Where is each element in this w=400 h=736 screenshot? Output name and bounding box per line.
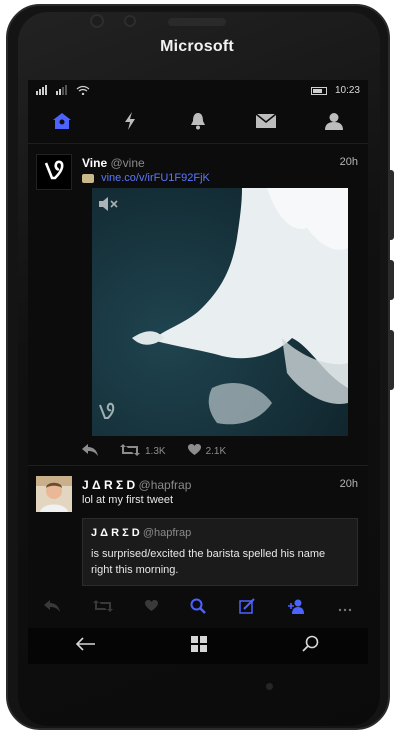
app-bar (28, 596, 368, 620)
earpiece-speaker (168, 18, 226, 26)
clock: 10:23 (334, 85, 360, 96)
home-icon (52, 112, 72, 135)
retweet-button[interactable]: 1.3K (120, 444, 166, 459)
quoted-text-line1: is surprised/excited the barista spelled… (91, 548, 326, 560)
author-name: J Δ R Σ D (82, 478, 136, 492)
tab-notifications-activity[interactable] (110, 108, 150, 140)
bell-icon (189, 112, 207, 135)
retweet-icon (120, 444, 140, 459)
screen: 10:23 Vine @vine 20h vine.co/v/irFU1F92F… (28, 80, 368, 660)
reply-button[interactable] (82, 444, 98, 459)
tweet-video[interactable] (92, 188, 348, 436)
like-button[interactable]: 2.1K (187, 444, 227, 459)
profile-photo (36, 476, 72, 512)
retweet-icon[interactable] (92, 599, 113, 617)
quoted-text-line2: right this morning. (91, 564, 179, 576)
tweet-author[interactable]: Vine @vine (82, 156, 145, 170)
quoted-author-name: J Δ R Σ D (91, 527, 140, 539)
brand-logo: Microsoft (160, 38, 234, 55)
add-user-icon[interactable] (287, 598, 305, 619)
status-bar: 10:23 (28, 80, 368, 102)
like-count: 2.1K (205, 446, 227, 457)
bottom-sensor (266, 683, 273, 690)
heart-icon (187, 444, 201, 459)
signal-2-icon (56, 85, 70, 97)
avatar-vine[interactable] (36, 154, 72, 190)
windows-start-button[interactable] (190, 635, 207, 657)
sensor (124, 15, 136, 27)
tweet-time: 20h (339, 478, 358, 490)
camera-button (388, 330, 394, 390)
reply-icon (82, 444, 98, 459)
heart-icon[interactable] (145, 599, 159, 617)
back-button[interactable] (75, 636, 96, 656)
wifi-icon (76, 85, 90, 97)
volume-button (388, 170, 394, 240)
system-nav-bar (28, 628, 368, 664)
tab-home[interactable] (42, 108, 82, 140)
tab-messages[interactable] (246, 108, 286, 140)
search-icon[interactable] (190, 598, 207, 619)
tab-profile[interactable] (314, 108, 354, 140)
signal-icon (36, 85, 50, 97)
search-button[interactable] (302, 635, 320, 658)
author-name: Vine (82, 156, 108, 170)
link-icon (82, 173, 94, 183)
quoted-author: J Δ R Σ D @hapfrap (91, 527, 191, 539)
tweet-actions: 1.3K 2.1K (82, 444, 226, 459)
lightning-icon (123, 112, 137, 135)
tweet-text: lol at my first tweet (82, 494, 174, 506)
vine-logo-icon (43, 159, 65, 186)
mail-icon (255, 113, 277, 133)
quoted-tweet[interactable]: J Δ R Σ D @hapfrap is surprised/excited … (82, 518, 358, 586)
front-camera (90, 14, 104, 28)
more-icon[interactable] (338, 599, 352, 617)
tweet-link[interactable]: vine.co/v/irFU1F92FjK (101, 172, 210, 184)
tweet-author[interactable]: J Δ R Σ D @hapfrap (82, 478, 191, 492)
avatar-jared[interactable] (36, 476, 72, 512)
tweet-time: 20h (339, 156, 358, 168)
tweet-vine[interactable]: Vine @vine 20h vine.co/v/irFU1F92FjK 1.3… (28, 146, 368, 466)
top-tabs (28, 104, 368, 144)
reply-icon[interactable] (44, 599, 61, 617)
author-handle: @vine (110, 156, 145, 170)
person-icon (325, 112, 343, 135)
battery-icon (310, 86, 327, 95)
author-handle: @hapfrap (138, 478, 192, 492)
retweet-count: 1.3K (145, 446, 166, 457)
vine-watermark-icon (98, 402, 116, 425)
compose-icon[interactable] (239, 597, 255, 619)
mute-icon[interactable] (98, 196, 120, 217)
video-thumbnail (92, 188, 348, 436)
tab-notifications[interactable] (178, 108, 218, 140)
quoted-author-handle: @hapfrap (142, 527, 192, 539)
power-button (388, 260, 394, 300)
tweet-link-row: vine.co/v/irFU1F92FjK (82, 172, 210, 184)
